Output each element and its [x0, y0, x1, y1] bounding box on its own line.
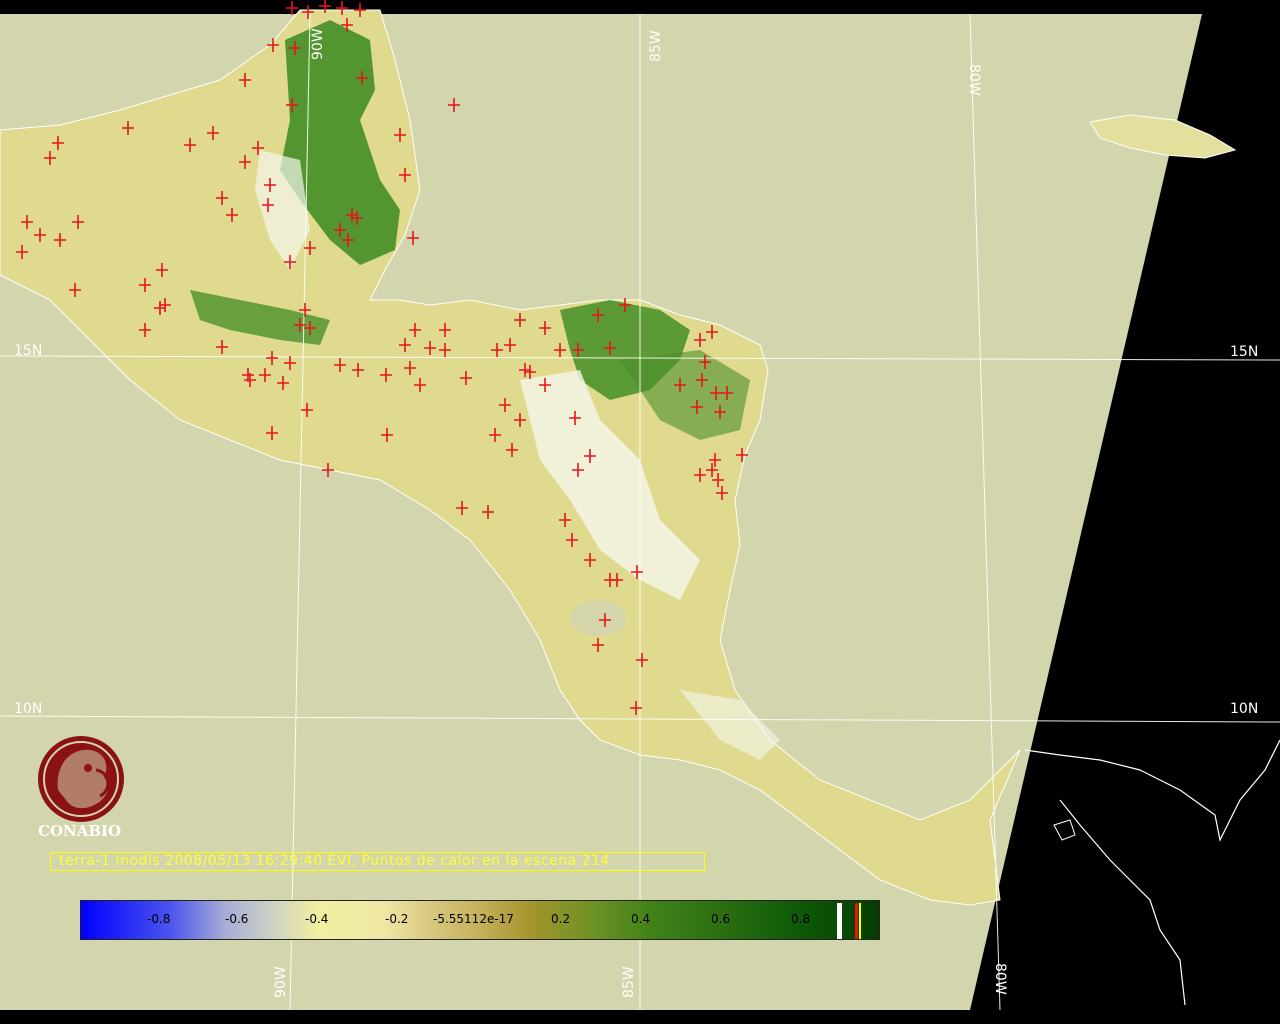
lat-label-left-10n: 10N	[14, 701, 42, 717]
lon-label-bottom-85w: 85W	[621, 966, 637, 998]
conabio-macaw-logo-icon	[38, 736, 124, 822]
colorbar-tick-label: -5.55112e-17	[433, 912, 514, 926]
lat-label-right-10n: 10N	[1230, 701, 1258, 717]
colorbar-tick-label: -0.8	[147, 912, 171, 926]
lat-label-right-15n: 15N	[1230, 344, 1258, 360]
colorbar-tick-label: 0.8	[791, 912, 811, 926]
colorbar-tick-label: 0.6	[711, 912, 731, 926]
evi-colorbar: -0.8 -0.6 -0.4 -0.2 -5.55112e-17 0.2 0.4…	[80, 900, 880, 940]
colorbar-tick-label: -0.4	[305, 912, 329, 926]
colorbar-tick-label: 0.2	[551, 912, 571, 926]
colorbar-tick-label: -0.6	[225, 912, 249, 926]
lake-nicaragua	[570, 600, 626, 636]
colorbar-white-swatch	[837, 903, 842, 939]
lat-label-left-15n: 15N	[14, 343, 42, 359]
lon-label-bottom-80w: 80W	[992, 963, 1008, 995]
colorbar-tick-label: -0.2	[385, 912, 409, 926]
lon-label-top-90w: 90W	[310, 28, 326, 60]
lon-label-bottom-90w: 90W	[273, 966, 289, 998]
scene-caption: terra-1 modis 2008/05/13 16:29:40 EVI, P…	[50, 852, 705, 871]
lon-label-top-80w: 80W	[966, 64, 982, 96]
lon-label-top-85w: 85W	[648, 30, 664, 62]
colorbar-tick-label: 0.4	[631, 912, 651, 926]
logo-name: CONABIO	[38, 822, 122, 840]
colorbar-yellow-swatch	[859, 903, 861, 939]
colorbar-red-swatch	[855, 903, 858, 939]
